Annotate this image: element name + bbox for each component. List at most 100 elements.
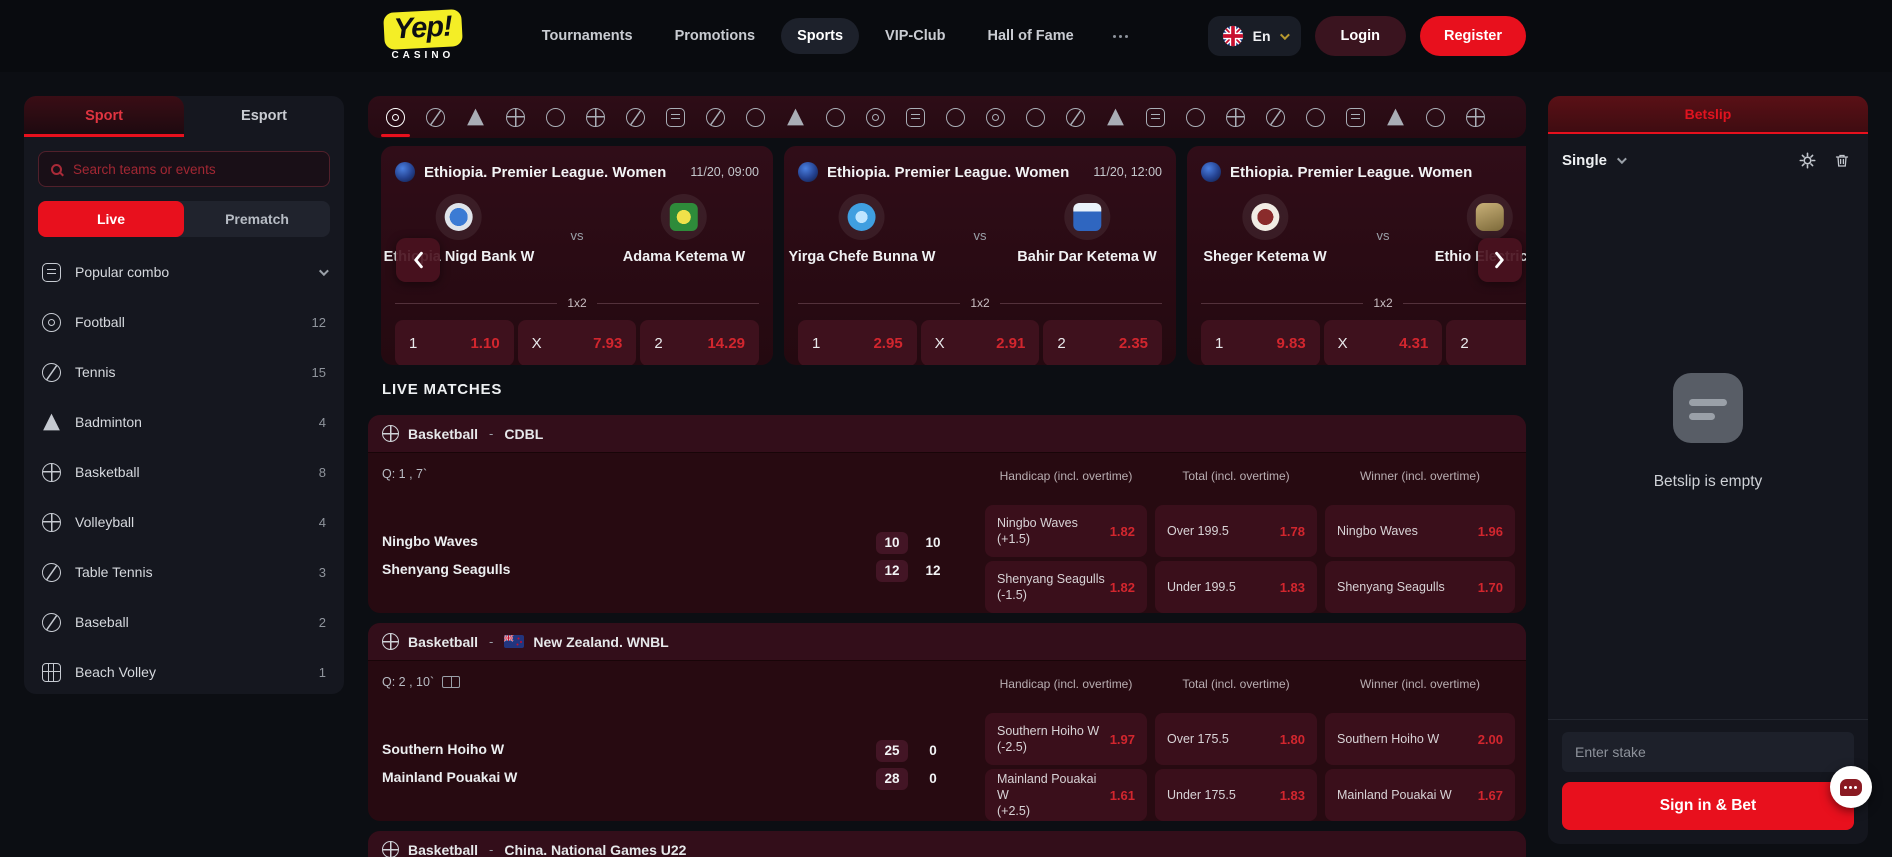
bet-type-select[interactable]: Single [1562, 152, 1607, 169]
sidebar-item-beach-volley[interactable]: Beach Volley 1 [24, 647, 344, 694]
live-section-header[interactable]: Basketball - CDBL [368, 415, 1526, 453]
darts-icon[interactable] [866, 108, 885, 127]
market-winner: Winner (incl. overtime) Southern Hoiho W… [1325, 661, 1515, 821]
tab-esport[interactable]: Esport [184, 96, 344, 137]
lacrosse-icon[interactable] [1426, 108, 1445, 127]
handicap-odds-home[interactable]: Southern Hoiho W(-2.5)1.97 [985, 713, 1147, 765]
motorsport-icon[interactable] [1186, 108, 1205, 127]
sidebar-item-baseball[interactable]: Baseball 2 [24, 597, 344, 647]
odds-button-x[interactable]: X7.93 [518, 320, 637, 365]
tennis-icon[interactable] [422, 104, 448, 130]
odds-button-1[interactable]: 11.10 [395, 320, 514, 365]
chevron-down-icon [319, 266, 329, 276]
nav-tournaments[interactable]: Tournaments [526, 18, 649, 54]
futsal-icon[interactable] [1062, 104, 1088, 130]
baseball-icon [38, 609, 64, 635]
odds-button-x[interactable]: X2.91 [921, 320, 1040, 365]
golf-icon[interactable] [986, 108, 1005, 127]
odds-button-1[interactable]: 19.83 [1201, 320, 1320, 365]
nav-vip-club[interactable]: VIP-Club [869, 18, 961, 54]
nav-promotions[interactable]: Promotions [659, 18, 772, 54]
away-team-name: Mainland Pouakai W [382, 769, 517, 789]
volleyball-icon[interactable] [586, 108, 605, 127]
cricket-icon[interactable] [946, 108, 965, 127]
betslip-empty-text: Betslip is empty [1654, 473, 1763, 491]
esports-icon[interactable] [906, 108, 925, 127]
rugby-icon[interactable] [746, 108, 765, 127]
chevron-down-icon [1279, 30, 1289, 40]
handball-icon[interactable] [546, 108, 565, 127]
nav-sports[interactable]: Sports [781, 18, 859, 54]
betslip-settings-button[interactable] [1795, 148, 1820, 173]
handicap-odds-away[interactable]: Mainland Pouakai W(+2.5)1.61 [985, 769, 1147, 821]
winner-away-odds[interactable]: Mainland Pouakai W1.67 [1325, 769, 1515, 821]
odds-button-2[interactable]: 214.29 [640, 320, 759, 365]
betslip-tab[interactable]: Betslip [1548, 96, 1868, 134]
total-under-odds[interactable]: Under 199.51.83 [1155, 561, 1317, 613]
nav-hall-of-fame[interactable]: Hall of Fame [971, 18, 1089, 54]
handicap-odds-away[interactable]: Shenyang Seagulls(-1.5)1.82 [985, 561, 1147, 613]
chess-icon[interactable] [1146, 108, 1165, 127]
featured-match-card[interactable]: Ethiopia. Premier League. Women 11/20, 1… [784, 146, 1176, 365]
sidebar-item-tennis[interactable]: Tennis 15 [24, 347, 344, 397]
logo-text: Yep! [393, 11, 452, 46]
table-tennis-icon[interactable] [622, 104, 648, 130]
toggle-live[interactable]: Live [38, 201, 184, 237]
football-icon[interactable] [386, 108, 405, 127]
odds-button-1[interactable]: 12.95 [798, 320, 917, 365]
total-under-odds[interactable]: Under 175.51.83 [1155, 769, 1317, 821]
biathlon-icon[interactable] [1386, 108, 1405, 127]
bowls-icon[interactable] [1306, 108, 1325, 127]
settings-icon[interactable] [1466, 108, 1485, 127]
market-winner: Winner (incl. overtime) Ningbo Waves1.96… [1325, 453, 1515, 613]
snooker-icon[interactable] [826, 108, 845, 127]
baseball-icon[interactable] [702, 104, 728, 130]
casino-logo[interactable]: Yep! CASINO [384, 11, 462, 61]
basketball-icon[interactable] [506, 108, 525, 127]
handicap-odds-home[interactable]: Ningbo Waves(+1.5)1.82 [985, 505, 1147, 557]
betslip-clear-button[interactable] [1830, 148, 1854, 173]
winner-home-odds[interactable]: Ningbo Waves1.96 [1325, 505, 1515, 557]
curling-icon[interactable] [1346, 108, 1365, 127]
register-button[interactable]: Register [1420, 16, 1526, 56]
login-button[interactable]: Login [1315, 16, 1406, 56]
search-icon [51, 164, 62, 175]
badminton-icon[interactable] [786, 108, 805, 127]
featured-match-card[interactable]: Ethiopia. Premier League. Women Sheger K… [1187, 146, 1526, 365]
ice-hockey-icon[interactable] [466, 108, 485, 127]
stake-input[interactable] [1562, 732, 1854, 772]
sidebar-item-volleyball[interactable]: Volleyball 4 [24, 497, 344, 547]
boxing-icon[interactable] [666, 108, 685, 127]
odds-button-2[interactable]: 22.35 [1043, 320, 1162, 365]
sidebar-item-basketball[interactable]: Basketball 8 [24, 447, 344, 497]
live-chat-button[interactable] [1830, 766, 1872, 808]
floorball-icon[interactable] [1262, 104, 1288, 130]
toggle-prematch[interactable]: Prematch [184, 201, 330, 237]
winner-away-odds[interactable]: Shenyang Seagulls1.70 [1325, 561, 1515, 613]
main-nav: Tournaments Promotions Sports VIP-Club H… [526, 18, 1136, 54]
total-over-odds[interactable]: Over 199.51.78 [1155, 505, 1317, 557]
odds-button-x[interactable]: X4.31 [1324, 320, 1443, 365]
tab-sport[interactable]: Sport [24, 96, 184, 137]
winner-home-odds[interactable]: Southern Hoiho W2.00 [1325, 713, 1515, 765]
live-section-header[interactable]: Basketball - New Zealand. WNBL [368, 623, 1526, 661]
cycling-icon[interactable] [1106, 108, 1125, 127]
sidebar-item-popular-combo[interactable]: Popular combo [24, 247, 344, 297]
carousel-prev-button[interactable] [396, 238, 440, 282]
home-team-name: Southern Hoiho W [382, 741, 504, 761]
sidebar-item-table-tennis[interactable]: Table Tennis 3 [24, 547, 344, 597]
odds-button-2[interactable]: 2 [1446, 320, 1526, 365]
mma-icon[interactable] [1026, 108, 1045, 127]
search-input[interactable] [71, 161, 317, 178]
live-section-body: Q: 1 , 7` Ningbo Waves Shenyang Seagulls… [368, 453, 1526, 613]
sign-in-and-bet-button[interactable]: Sign in & Bet [1562, 782, 1854, 830]
water-polo-icon[interactable] [1226, 108, 1245, 127]
stats-court-icon[interactable] [442, 676, 460, 688]
language-selector[interactable]: En [1208, 16, 1301, 56]
sidebar-item-football[interactable]: Football 12 [24, 297, 344, 347]
live-section-header[interactable]: Basketball - China. National Games U22 [368, 831, 1526, 857]
sidebar-item-badminton[interactable]: Badminton 4 [24, 397, 344, 447]
carousel-next-button[interactable] [1478, 238, 1522, 282]
more-menu-icon[interactable] [1106, 35, 1136, 38]
total-over-odds[interactable]: Over 175.51.80 [1155, 713, 1317, 765]
